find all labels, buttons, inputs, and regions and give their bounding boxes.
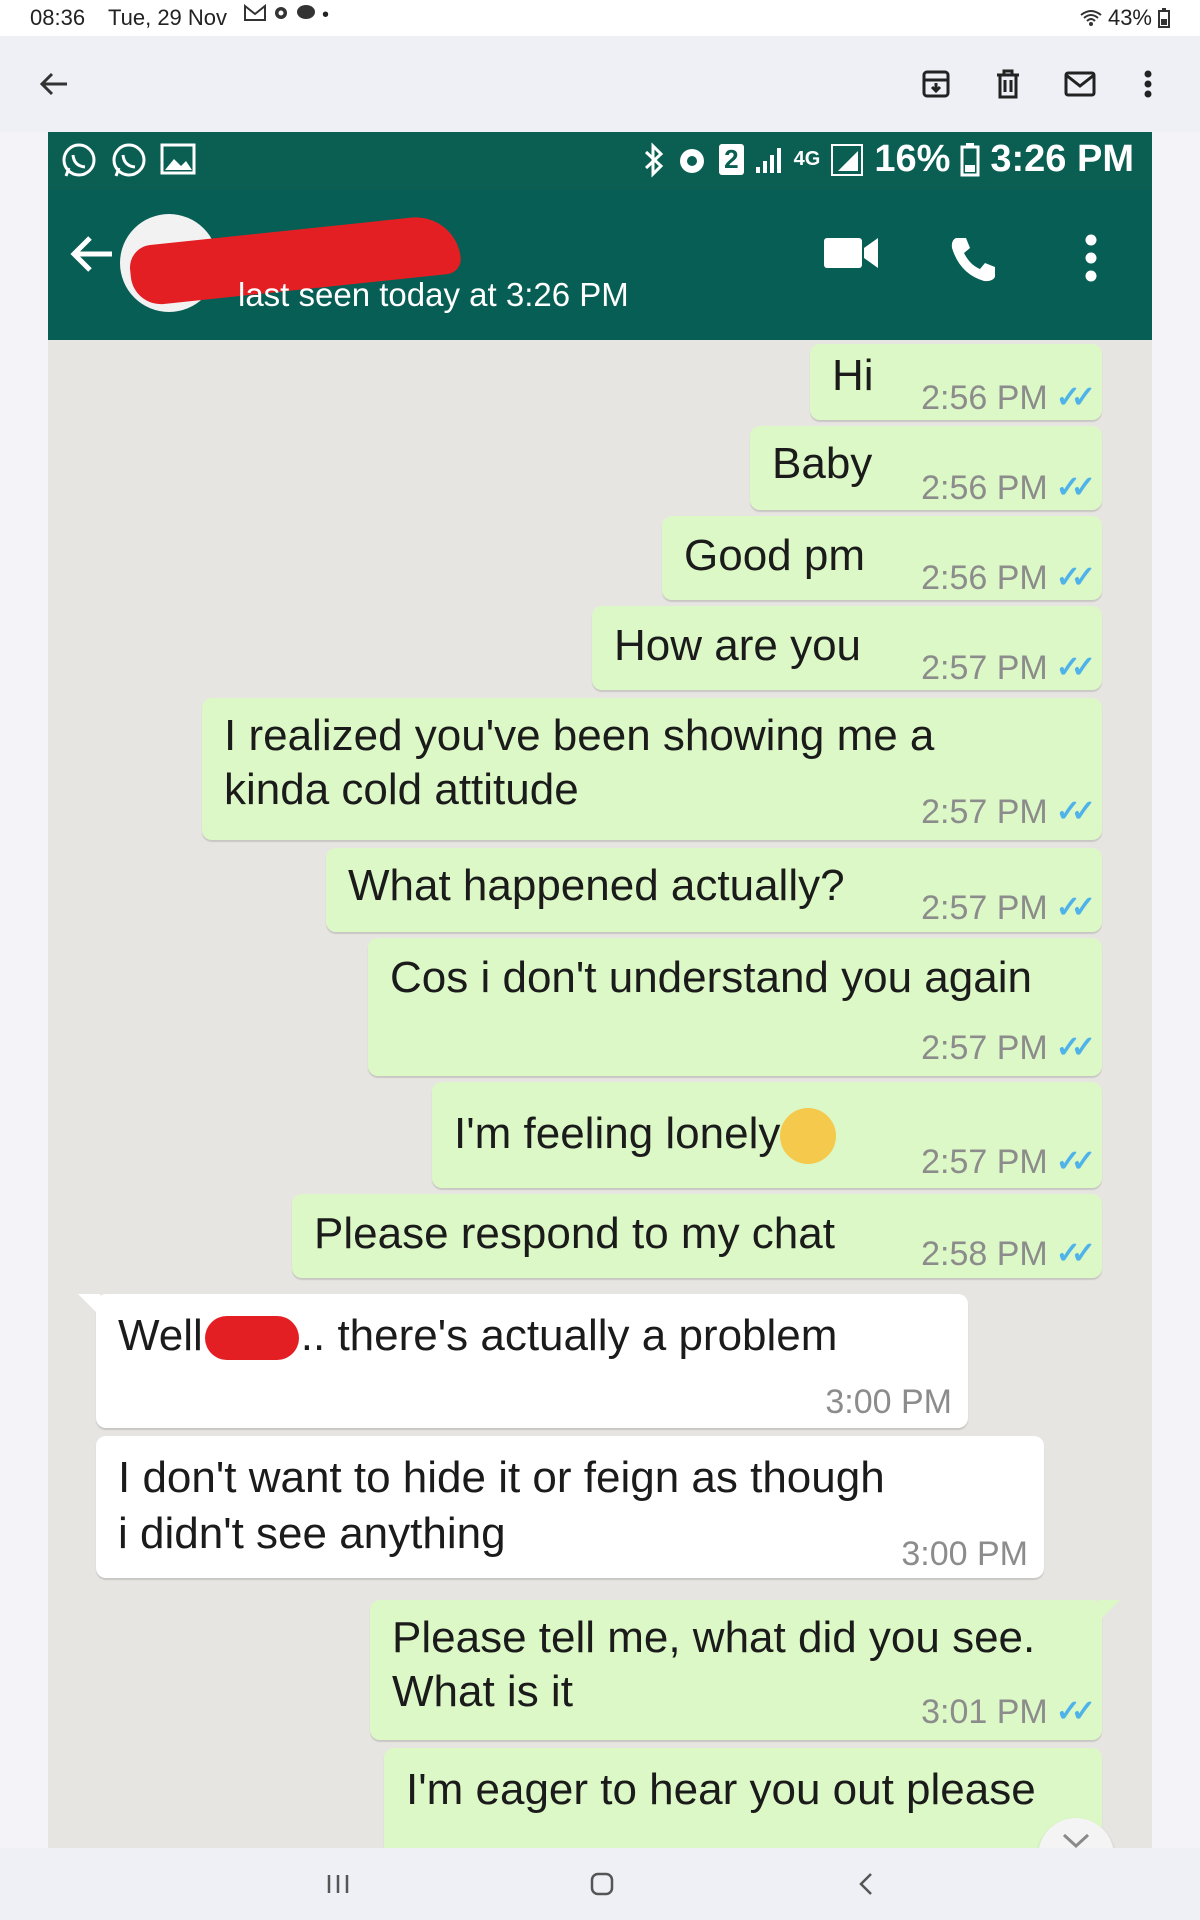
message-time: 3:01 PM	[921, 1693, 1048, 1731]
whatsapp-business-icon	[112, 143, 146, 177]
viewer-toolbar	[0, 36, 1200, 132]
message-time: 2:57 PM	[921, 649, 1048, 687]
read-receipt-icon: ✓✓	[1055, 1237, 1096, 1270]
image-icon	[160, 143, 196, 175]
crying-face-emoji-icon	[780, 1108, 837, 1165]
wifi-icon	[1080, 10, 1102, 26]
gmail-icon	[244, 4, 266, 21]
video-call-button[interactable]	[822, 234, 880, 277]
message-bubble-outgoing: Baby 2:56 PM ✓✓	[750, 426, 1102, 510]
message-bubble-outgoing: Please respond to my chat 2:58 PM ✓✓	[292, 1194, 1102, 1278]
message-time: 2:57 PM	[921, 793, 1048, 831]
chevron-left-icon	[859, 1873, 872, 1895]
embedded-battery-level: 16%	[874, 138, 951, 180]
network-type: 4G	[793, 148, 821, 170]
back-button[interactable]	[28, 58, 80, 110]
chat-back-button[interactable]	[68, 234, 114, 279]
message-bubble-outgoing: How are you 2:57 PM ✓✓	[592, 606, 1102, 690]
embedded-battery-icon	[960, 142, 980, 176]
sim-badge: 2	[719, 144, 744, 175]
read-receipt-icon: ✓✓	[1055, 381, 1096, 414]
read-receipt-icon: ✓✓	[1055, 471, 1096, 504]
embedded-status-bar: 2 4G 16% 3:26 PM	[48, 132, 1152, 190]
read-receipt-icon: ✓✓	[1055, 795, 1096, 828]
message-time: 3:00 PM	[825, 1383, 952, 1421]
message-bubble-outgoing: I'm eager to hear you out please 3:01 PM…	[384, 1748, 1102, 1848]
read-receipt-icon: ✓✓	[1055, 891, 1096, 924]
chat-header: last seen today at 3:26 PM	[48, 190, 1152, 340]
arrow-left-icon	[39, 72, 67, 96]
read-receipt-icon: ✓✓	[1055, 561, 1096, 594]
read-receipt-icon: ✓✓	[1055, 1695, 1096, 1728]
message-time: 2:56 PM	[921, 559, 1048, 597]
message-time: 2:56 PM	[921, 469, 1048, 507]
notification-icons: •	[244, 4, 329, 27]
whatsapp-icon	[62, 143, 96, 177]
trash-icon	[997, 69, 1019, 99]
message-bubble-outgoing: Cos i don't understand you again 2:57 PM…	[368, 938, 1102, 1076]
arrow-left-icon	[70, 236, 112, 272]
recent-apps-button[interactable]	[316, 1864, 360, 1904]
alarm-icon	[680, 148, 705, 173]
more-vert-icon	[1085, 234, 1097, 282]
message-time: 3:01 PM	[921, 1834, 1048, 1848]
embedded-time: 3:26 PM	[990, 138, 1134, 180]
voice-call-button[interactable]	[948, 234, 998, 289]
message-bubble-outgoing: What happened actually? 2:57 PM ✓✓	[326, 848, 1102, 932]
home-button[interactable]	[580, 1864, 624, 1904]
battery-icon	[1158, 8, 1170, 28]
nav-back-button[interactable]	[844, 1864, 888, 1904]
settings-gear-icon	[275, 7, 287, 19]
signal-icon	[755, 147, 781, 173]
home-icon	[590, 1872, 614, 1896]
message-time: 2:57 PM	[921, 889, 1048, 927]
system-time: 08:36	[30, 5, 86, 30]
message-bubble-outgoing: I'm feeling lonely 2:57 PM ✓✓	[432, 1082, 1102, 1188]
video-camera-icon	[824, 238, 878, 268]
message-time: 2:56 PM	[921, 379, 1048, 417]
chevron-down-icon	[1062, 1833, 1090, 1848]
read-receipt-icon: ✓✓	[1055, 1031, 1096, 1064]
read-receipt-icon: ✓✓	[1055, 1145, 1096, 1178]
message-time: 2:58 PM	[921, 1235, 1048, 1273]
message-time: 3:00 PM	[901, 1535, 1028, 1573]
phone-icon	[951, 238, 995, 282]
chat-screenshot: 2 4G 16% 3:26 PM last seen today at 3:26…	[48, 132, 1152, 1848]
message-bubble-outgoing: Please tell me, what did you see. What i…	[370, 1600, 1120, 1740]
message-time: 2:57 PM	[921, 1143, 1048, 1181]
more-notifications-dot: •	[322, 4, 330, 26]
message-bubble-outgoing: Hi 2:56 PM ✓✓	[810, 344, 1102, 420]
more-vert-icon	[1144, 70, 1152, 98]
more-options-button[interactable]	[1122, 58, 1174, 110]
system-battery-level: 43%	[1107, 5, 1152, 30]
bluetooth-icon	[645, 141, 664, 178]
message-bubble-outgoing: Good pm 2:56 PM ✓✓	[662, 516, 1102, 600]
last-seen-status: last seen today at 3:26 PM	[238, 276, 629, 313]
message-bubble-outgoing: I realized you've been showing me a kind…	[202, 698, 1102, 840]
delete-button[interactable]	[982, 58, 1034, 110]
message-bubble-incoming: Well.. there's actually a problem 3:00 P…	[78, 1294, 968, 1428]
system-navigation-bar	[0, 1848, 1200, 1920]
message-bubble-incoming: I don't want to hide it or feign as thou…	[96, 1436, 1044, 1578]
chat-bubble-icon	[297, 5, 315, 19]
chat-menu-button[interactable]	[1084, 234, 1098, 287]
message-time: 2:57 PM	[921, 1029, 1048, 1067]
read-receipt-icon: ✓✓	[1055, 651, 1096, 684]
signal-box-icon	[831, 143, 864, 176]
redacted-name	[204, 1316, 299, 1361]
system-date: Tue, 29 Nov	[108, 5, 228, 30]
system-status-bar: 08:36 Tue, 29 Nov • 43%	[0, 0, 1200, 36]
archive-icon	[922, 70, 950, 98]
archive-button[interactable]	[910, 58, 962, 110]
mark-unread-button[interactable]	[1054, 58, 1106, 110]
mail-icon	[1064, 71, 1096, 97]
recent-apps-icon	[327, 1875, 349, 1893]
